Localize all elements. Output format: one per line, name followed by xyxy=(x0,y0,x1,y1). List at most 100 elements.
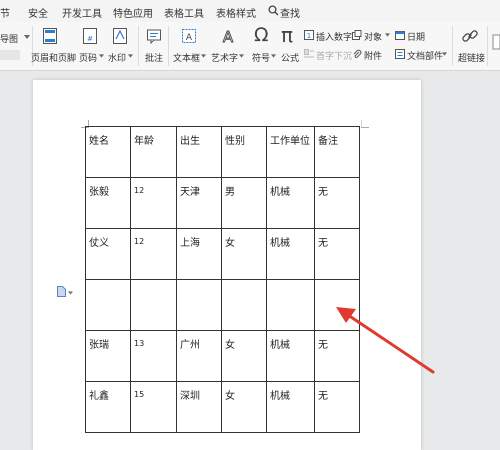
table-cell[interactable]: 张毅 xyxy=(85,177,131,229)
formula-button[interactable]: 公式 xyxy=(281,51,299,64)
table-cell[interactable]: 女 xyxy=(221,228,267,280)
header-footer-icon[interactable] xyxy=(42,27,58,45)
search-icon[interactable] xyxy=(268,5,279,16)
cell-text: 男 xyxy=(225,187,235,198)
table-cell[interactable] xyxy=(85,279,131,331)
chevron-down-icon[interactable] xyxy=(239,54,244,58)
chevron-down-icon[interactable] xyxy=(442,52,447,56)
chevron-down-icon[interactable] xyxy=(271,54,276,58)
table-cell[interactable]: 机械 xyxy=(266,381,315,433)
cell-text: 礼鑫 xyxy=(89,391,109,402)
insert-number-icon[interactable]: 1 xyxy=(304,30,314,40)
symbol-button[interactable]: 符号 xyxy=(252,51,270,64)
textbox-icon[interactable]: A xyxy=(181,28,197,44)
menu-developer-tools[interactable]: 开发工具 xyxy=(62,5,102,20)
page-number-button[interactable]: 页码 xyxy=(79,51,97,64)
table-cell[interactable]: 深圳 xyxy=(176,381,222,433)
table-cell[interactable]: 仗义 xyxy=(85,228,131,280)
insert-ribbon: 导图 页眉和页脚 # 页码 水印 批注 A 文本框 A 艺术字 Ω 符号 π 公… xyxy=(0,22,500,71)
cell-text xyxy=(270,281,311,286)
date-button[interactable]: 日期 xyxy=(407,30,425,43)
watermark-icon[interactable] xyxy=(112,27,128,45)
header-cell[interactable]: 备注 xyxy=(314,126,360,178)
table-cell[interactable]: 13 xyxy=(130,330,177,382)
comment-button[interactable]: 批注 xyxy=(145,51,163,64)
watermark-button[interactable]: 水印 xyxy=(108,51,126,64)
attachment-button[interactable]: 附件 xyxy=(364,49,382,62)
menu-security[interactable]: 安全 xyxy=(28,5,48,20)
cell-text: 12 xyxy=(134,237,145,246)
header-cell[interactable]: 年龄 xyxy=(130,126,177,178)
table-cell[interactable]: 天津 xyxy=(176,177,222,229)
header-footer-button[interactable]: 页眉和页脚 xyxy=(31,51,76,64)
object-icon[interactable] xyxy=(352,30,362,40)
document-parts-icon[interactable] xyxy=(395,49,405,59)
table-cell[interactable]: 12 xyxy=(130,177,177,229)
header-notes: 备注 xyxy=(318,136,338,147)
cell-text: 12 xyxy=(134,186,145,195)
comment-icon[interactable] xyxy=(146,28,162,44)
header-cell[interactable]: 工作单位 xyxy=(266,126,315,178)
table-cell[interactable]: 12 xyxy=(130,228,177,280)
header-cell[interactable]: 姓名 xyxy=(85,126,131,178)
menu-special-apps[interactable]: 特色应用 xyxy=(113,5,153,20)
omega-symbol-icon[interactable]: Ω xyxy=(254,24,269,46)
header-cell[interactable]: 出生 xyxy=(176,126,222,178)
table-cell[interactable]: 机械 xyxy=(266,330,315,382)
chevron-down-icon[interactable] xyxy=(99,54,104,58)
cell-text: 15 xyxy=(134,390,145,399)
table-cell[interactable]: 无 xyxy=(314,177,360,229)
svg-text:1: 1 xyxy=(307,32,311,40)
table-cell[interactable]: 女 xyxy=(221,381,267,433)
wordart-button[interactable]: 艺术字 xyxy=(211,51,238,64)
menu-table-style[interactable]: 表格样式 xyxy=(216,5,256,20)
cell-text: 13 xyxy=(134,339,145,348)
table-cell[interactable]: 机械 xyxy=(266,228,315,280)
row-handle-icon[interactable] xyxy=(57,286,66,297)
table-cell[interactable]: 礼鑫 xyxy=(85,381,131,433)
chevron-down-icon[interactable] xyxy=(24,35,30,39)
chevron-down-icon[interactable] xyxy=(128,54,133,58)
ribbon-more-icon[interactable] xyxy=(492,34,500,50)
svg-text:A: A xyxy=(186,33,193,43)
table-cell[interactable] xyxy=(266,279,315,331)
cell-text: 机械 xyxy=(270,187,290,198)
margin-corner-mark xyxy=(361,120,369,128)
object-button[interactable]: 对象 xyxy=(364,30,382,43)
menu-table-tools[interactable]: 表格工具 xyxy=(164,5,204,20)
ribbon-divider xyxy=(487,26,488,66)
table-cell[interactable] xyxy=(221,279,267,331)
table-cell[interactable]: 女 xyxy=(221,330,267,382)
insert-number-button[interactable]: 插入数字 xyxy=(316,30,352,43)
table-cell[interactable]: 无 xyxy=(314,228,360,280)
pi-formula-icon[interactable]: π xyxy=(281,23,293,47)
cell-text xyxy=(225,281,263,286)
chevron-down-icon[interactable] xyxy=(201,54,206,58)
table-cell[interactable]: 机械 xyxy=(266,177,315,229)
link-icon[interactable] xyxy=(461,27,479,45)
table-cell[interactable]: 上海 xyxy=(176,228,222,280)
table-cell[interactable] xyxy=(176,279,222,331)
mindmap-label[interactable]: 导图 xyxy=(0,32,18,45)
table-cell[interactable]: 广州 xyxy=(176,330,222,382)
wordart-icon[interactable]: A xyxy=(219,27,237,45)
header-cell[interactable]: 性别 xyxy=(221,126,267,178)
calendar-icon[interactable] xyxy=(395,30,405,40)
document-parts-button[interactable]: 文档部件 xyxy=(407,49,443,62)
hyperlink-button[interactable]: 超链接 xyxy=(458,51,485,64)
chevron-down-icon[interactable] xyxy=(385,33,390,37)
data-table[interactable]: 姓名 年龄 出生 性别 工作单位 备注 张毅 12 天津 男 机械 无 仗义 1… xyxy=(85,126,360,433)
cell-text: 上海 xyxy=(180,238,200,249)
collapsed-control[interactable] xyxy=(0,50,20,60)
menu-find[interactable]: 查找 xyxy=(280,5,300,20)
table-cell[interactable]: 男 xyxy=(221,177,267,229)
textbox-button[interactable]: 文本框 xyxy=(173,51,200,64)
paperclip-icon[interactable] xyxy=(352,49,362,59)
table-cell[interactable]: 无 xyxy=(314,381,360,433)
chevron-down-icon[interactable] xyxy=(68,291,73,295)
menu-section[interactable]: 节 xyxy=(0,5,10,20)
page-number-icon[interactable]: # xyxy=(82,27,98,45)
table-cell[interactable]: 15 xyxy=(130,381,177,433)
table-cell[interactable] xyxy=(130,279,177,331)
table-cell[interactable]: 张瑞 xyxy=(85,330,131,382)
